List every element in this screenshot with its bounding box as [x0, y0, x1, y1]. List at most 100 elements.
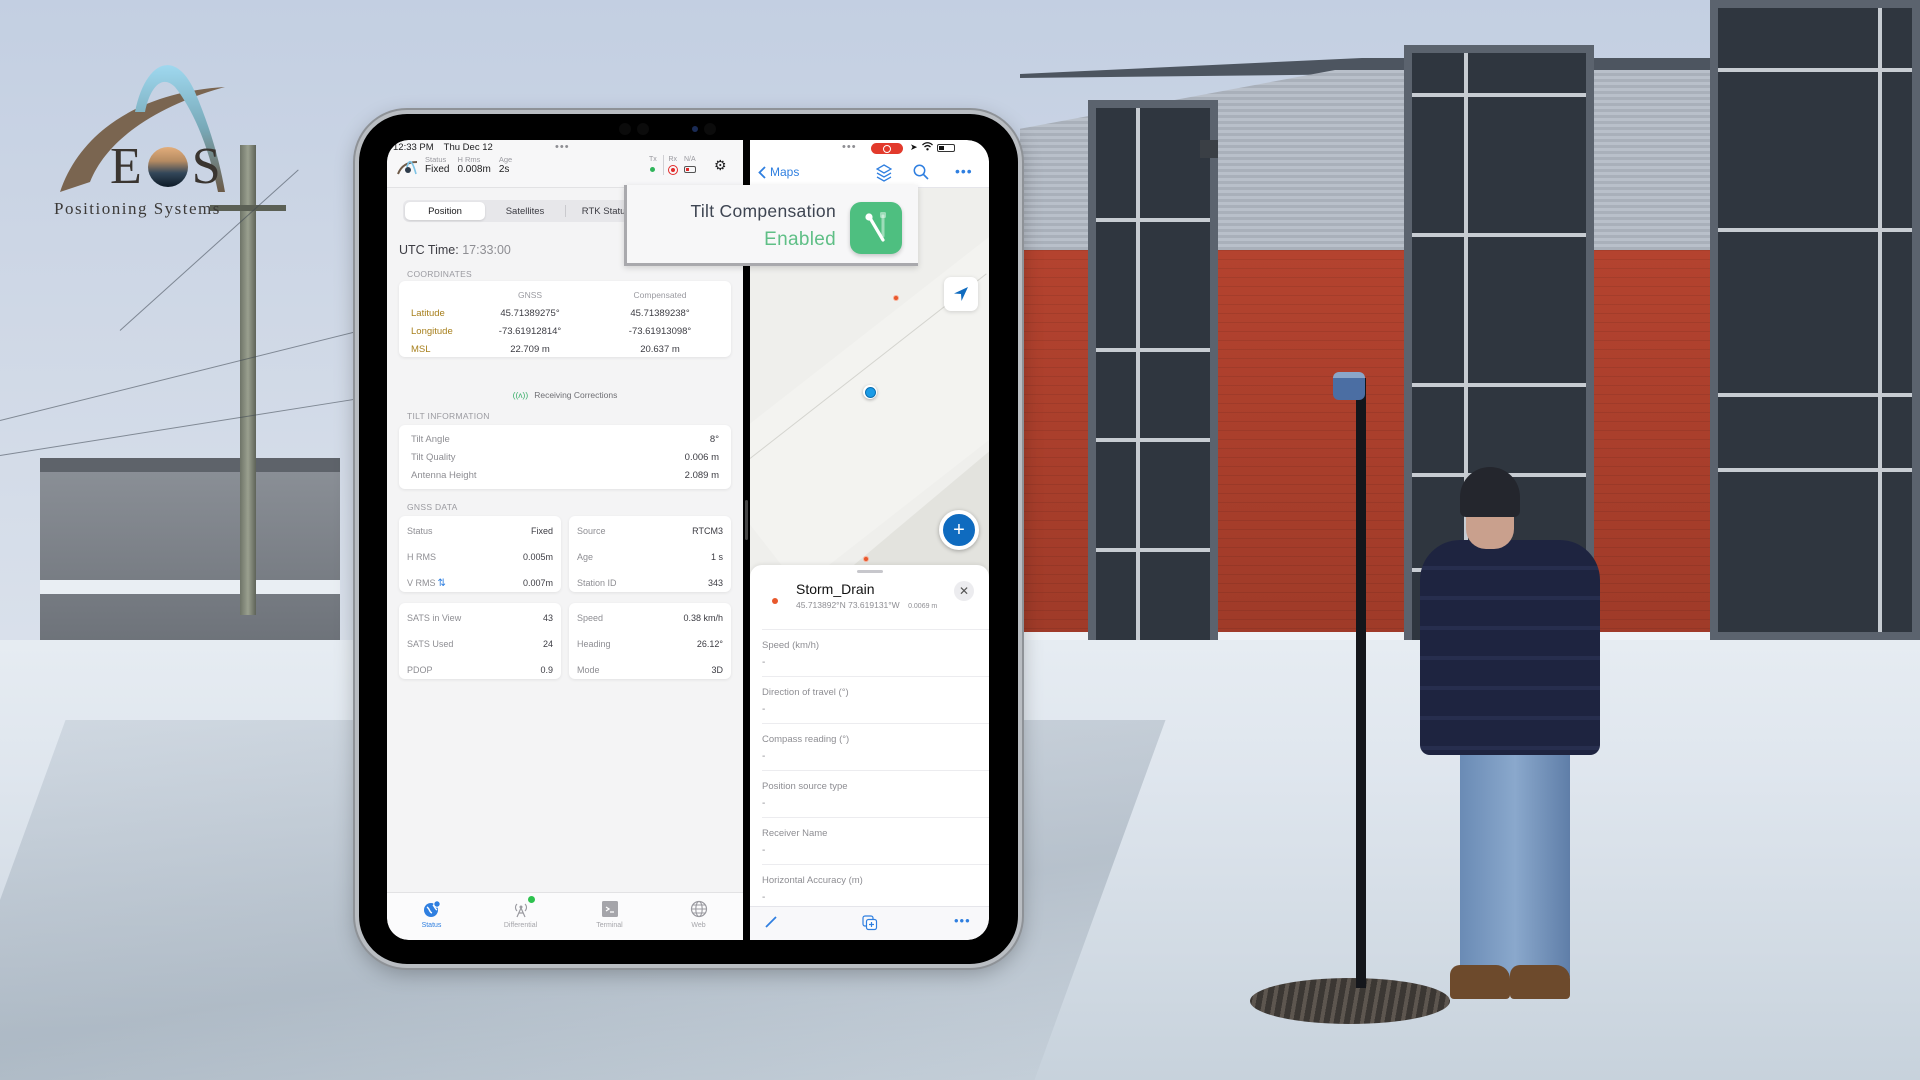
- right-status-bar: ••• ➤: [750, 140, 989, 158]
- more-options-icon[interactable]: •••: [954, 913, 971, 928]
- gnss-value: 24: [542, 639, 553, 649]
- attribute-value: -: [762, 845, 766, 856]
- hdr-status-label: Status: [425, 155, 447, 164]
- logo-wordmark: E S: [110, 137, 223, 196]
- industrial-building: [40, 458, 340, 640]
- search-icon[interactable]: [913, 164, 929, 185]
- connected-badge: [527, 896, 535, 903]
- tabbar-label: Differential: [503, 922, 538, 929]
- gnss-card-sats: SATS in View 43 SATS Used 24 PDOP 0.9: [399, 603, 561, 679]
- tilt-value: 8°: [709, 433, 719, 445]
- split-view-handle[interactable]: [745, 500, 748, 540]
- surveyor-person: [1420, 455, 1620, 1015]
- building-window: [1710, 0, 1920, 640]
- coord-label: Latitude: [411, 307, 445, 319]
- app-header: 12:33 PM Thu Dec 12 ••• Status Fixed H Rm…: [387, 140, 743, 188]
- attribute-label: Horizontal Accuracy (m): [762, 875, 863, 886]
- battery-label: N/A: [683, 156, 696, 163]
- attribute-label: Position source type: [762, 781, 848, 792]
- more-options-icon[interactable]: •••: [955, 163, 973, 179]
- attribute-row: Compass reading (°) -: [762, 724, 989, 771]
- gnss-label: SATS in View: [407, 613, 462, 623]
- terminal-icon: [600, 899, 620, 919]
- locate-me-button[interactable]: [944, 277, 978, 311]
- multitask-dots[interactable]: •••: [842, 142, 857, 153]
- tabbar-differential[interactable]: Differential: [476, 893, 565, 940]
- location-arrow-icon: ➤: [910, 142, 918, 152]
- layers-icon[interactable]: [875, 164, 893, 187]
- edit-pencil-icon[interactable]: [764, 915, 778, 934]
- sheet-grabber[interactable]: [857, 570, 883, 573]
- feature-lat: 45.713892°N: [796, 600, 846, 610]
- antenna-icon: ((ᴧ)): [512, 390, 529, 400]
- link-indicators: Tx Rx N/A: [649, 155, 696, 175]
- system-status-icons: ➤: [910, 142, 955, 153]
- tilt-value: 2.089 m: [684, 469, 719, 481]
- coord-label: MSL: [411, 343, 431, 355]
- clock-date: Thu Dec 12: [443, 142, 493, 153]
- swap-arrows-icon[interactable]: ⇅: [438, 578, 446, 589]
- battery-icon: [683, 166, 696, 173]
- battery-icon: [936, 143, 955, 152]
- corrections-status: ((ᴧ)) Receiving Corrections: [387, 390, 743, 400]
- tabbar-terminal[interactable]: Terminal: [565, 893, 654, 940]
- camera-sensor: [704, 123, 716, 135]
- gnss-value: 3D: [711, 665, 723, 675]
- map-nav-bar: Maps •••: [750, 158, 989, 188]
- tilt-label: Tilt Angle: [411, 433, 450, 445]
- attribute-list: Speed (km/h) - Direction of travel (°) - C…: [762, 629, 989, 912]
- gnss-label: Source: [577, 526, 606, 536]
- screen-recording-indicator[interactable]: [871, 143, 903, 154]
- coord-gnss-value: 45.71389275°: [500, 307, 560, 319]
- coord-comp-value: 45.71389238°: [630, 307, 690, 319]
- coord-row-latitude: Latitude 45.71389275° 45.71389238°: [399, 304, 731, 322]
- attribute-value: -: [762, 892, 766, 903]
- tilt-row: Antenna Height 2.089 m: [399, 466, 731, 484]
- coord-row-msl: MSL 22.709 m 20.637 m: [399, 340, 731, 358]
- camera-sensor: [619, 123, 631, 135]
- tilt-label: Tilt Quality: [411, 451, 456, 463]
- eos-logo: E S Positioning Systems: [50, 52, 250, 232]
- gnss-label: Heading: [577, 639, 611, 649]
- tilt-compensation-banner: Tilt Compensation Enabled: [624, 185, 918, 266]
- attribute-value: -: [762, 751, 766, 762]
- tx-label: Tx: [649, 156, 657, 163]
- col-compensated: Compensated: [633, 290, 687, 300]
- tabbar-web[interactable]: Web: [654, 893, 743, 940]
- map-feature-point[interactable]: [863, 556, 869, 562]
- coord-row-longitude: Longitude -73.61912814° -73.61913098°: [399, 322, 731, 340]
- gnss-value: 1 s: [710, 552, 723, 562]
- tab-satellites[interactable]: Satellites: [485, 202, 565, 220]
- attribute-label: Receiver Name: [762, 828, 828, 839]
- rx-record-icon: [667, 165, 678, 175]
- eos-app-logo-icon: [397, 160, 418, 175]
- gnss-value: 343: [707, 578, 723, 588]
- gnss-value: RTCM3: [692, 526, 723, 536]
- close-button[interactable]: ✕: [954, 581, 974, 601]
- chevron-left-icon: [758, 165, 766, 179]
- building-window: [1088, 100, 1218, 660]
- current-location-marker: [863, 385, 877, 399]
- utc-label: UTC Time:: [399, 243, 459, 257]
- tilt-card: Tilt Angle 8° Tilt Quality 0.006 m Antenna…: [399, 425, 731, 489]
- gnss-value: 0.9: [540, 665, 553, 675]
- gears-icon[interactable]: ⚙: [714, 157, 727, 174]
- attribute-value: -: [762, 704, 766, 715]
- duplicate-icon[interactable]: [862, 915, 878, 936]
- map-feature-point[interactable]: [893, 295, 899, 301]
- gnss-label: SATS Used: [407, 639, 454, 649]
- tab-position[interactable]: Position: [405, 202, 485, 220]
- tilt-banner-status: Enabled: [764, 229, 836, 250]
- back-button[interactable]: Maps: [758, 165, 799, 179]
- gnss-value: 26.12°: [696, 639, 723, 649]
- hdr-hrms-label: H Rms: [457, 155, 481, 164]
- utc-time: UTC Time: 17:33:00: [399, 243, 511, 257]
- attribute-row: Position source type -: [762, 771, 989, 818]
- tabbar-label: Web: [691, 922, 706, 929]
- add-feature-button[interactable]: +: [939, 510, 979, 550]
- front-camera: [692, 126, 698, 132]
- tabbar-status[interactable]: Status: [387, 893, 476, 940]
- multitask-dots[interactable]: •••: [555, 142, 570, 153]
- corrections-text: Receiving Corrections: [534, 390, 618, 400]
- utc-value: 17:33:00: [462, 243, 511, 257]
